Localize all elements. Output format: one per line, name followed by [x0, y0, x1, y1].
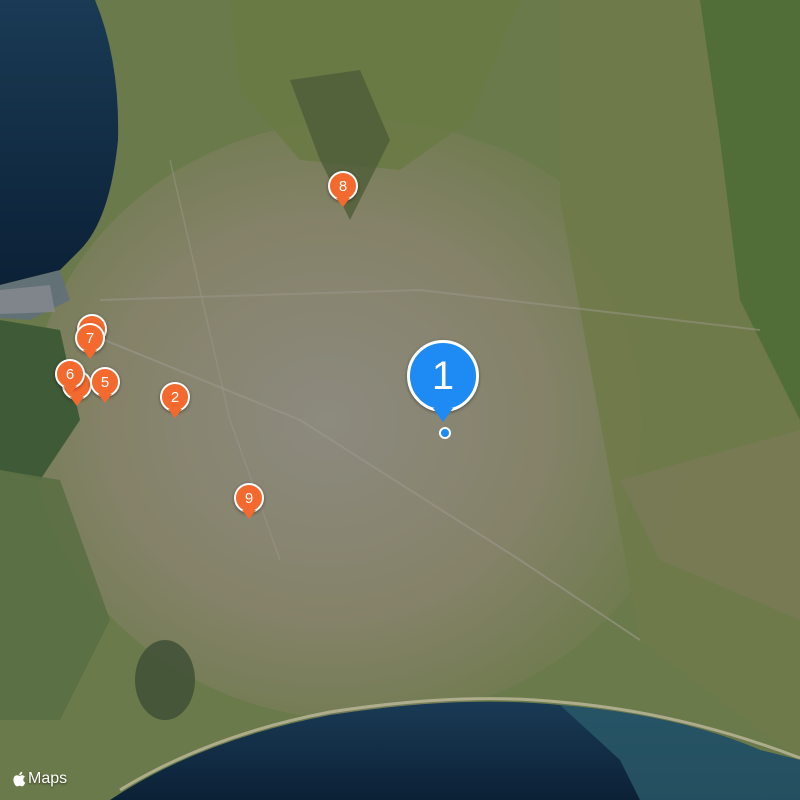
location-dot [439, 427, 451, 439]
pin-label: 2 [170, 388, 180, 406]
pin-label: 7 [85, 329, 95, 347]
pin-label: 5 [100, 373, 110, 391]
pin-label: 6 [65, 365, 75, 383]
pin-label: 9 [244, 489, 254, 507]
satellite-imagery [0, 0, 800, 800]
attribution-text: Maps [28, 770, 68, 787]
satellite-map[interactable]: 7 7 6 5 2 8 9 [0, 0, 800, 800]
maps-attribution[interactable]: Maps [12, 770, 67, 788]
pin-label: 1 [431, 353, 455, 398]
apple-logo-icon [13, 771, 26, 787]
pin-label: 8 [338, 177, 348, 195]
